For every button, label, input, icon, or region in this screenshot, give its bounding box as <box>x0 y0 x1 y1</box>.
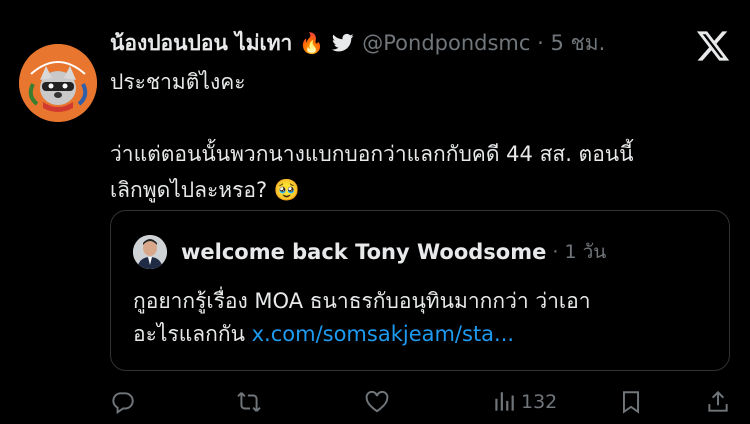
retweet-icon <box>237 392 261 412</box>
tweet-header: น้องปอนปอน ไม่เทา 🔥 @Pondpondsmc · 5 ชม. <box>110 26 605 60</box>
quoted-header: welcome back Tony Woodsome · 1 วัน <box>181 235 606 269</box>
reply-button[interactable] <box>110 389 136 415</box>
like-icon <box>365 390 389 413</box>
quoted-text-line: กูอยากรู้เรื่อง MOA ธนาธรกับอนุทินมากกว่… <box>133 289 591 313</box>
views-button[interactable]: 132 <box>491 389 557 415</box>
handle-and-time[interactable]: @Pondpondsmc · 5 ชม. <box>362 27 605 60</box>
quoted-avatar-image <box>133 235 167 269</box>
quoted-link[interactable]: x.com/somsakjeam/sta... <box>252 322 514 346</box>
twitter-bird-icon <box>332 33 354 53</box>
quoted-author-avatar[interactable] <box>133 235 167 269</box>
quoted-author-name[interactable]: welcome back Tony Woodsome <box>181 240 546 264</box>
reply-icon <box>112 392 134 415</box>
retweet-button[interactable] <box>236 389 262 415</box>
tweet-text-line: ว่าแต่ตอนนั้นพวกนางแบกบอกว่าแลกกับคดี 44… <box>110 142 634 166</box>
fire-emoji: 🔥 <box>299 31 325 55</box>
tweet-text-line: ประชามติไงคะ <box>110 70 246 94</box>
avatar-image <box>19 44 97 122</box>
views-icon <box>495 392 514 411</box>
tweet-text: ประชามติไงคะว่าแต่ตอนนั้นพวกนางแบกบอกว่า… <box>110 64 730 208</box>
bookmark-button[interactable] <box>618 389 644 415</box>
x-logo-icon[interactable] <box>695 28 731 64</box>
avatar[interactable] <box>19 44 97 122</box>
like-button[interactable] <box>364 389 390 415</box>
tweet-text-line: เลิกพูดไปละหรอ? 🥹 <box>110 178 300 202</box>
quoted-text: กูอยากรู้เรื่อง MOA ธนาธรกับอนุทินมากกว่… <box>133 285 713 351</box>
share-button[interactable] <box>705 389 731 415</box>
quoted-time[interactable]: · 1 วัน <box>552 237 606 267</box>
quoted-tweet[interactable]: welcome back Tony Woodsome · 1 วัน กูอยา… <box>110 210 730 371</box>
bookmark-icon <box>622 391 640 414</box>
views-count: 132 <box>521 391 558 413</box>
share-icon <box>708 390 728 412</box>
author-name[interactable]: น้องปอนปอน ไม่เทา <box>110 27 292 60</box>
quoted-text-line: อะไรแลกกัน <box>133 322 245 346</box>
action-bar: 132 <box>0 385 750 419</box>
